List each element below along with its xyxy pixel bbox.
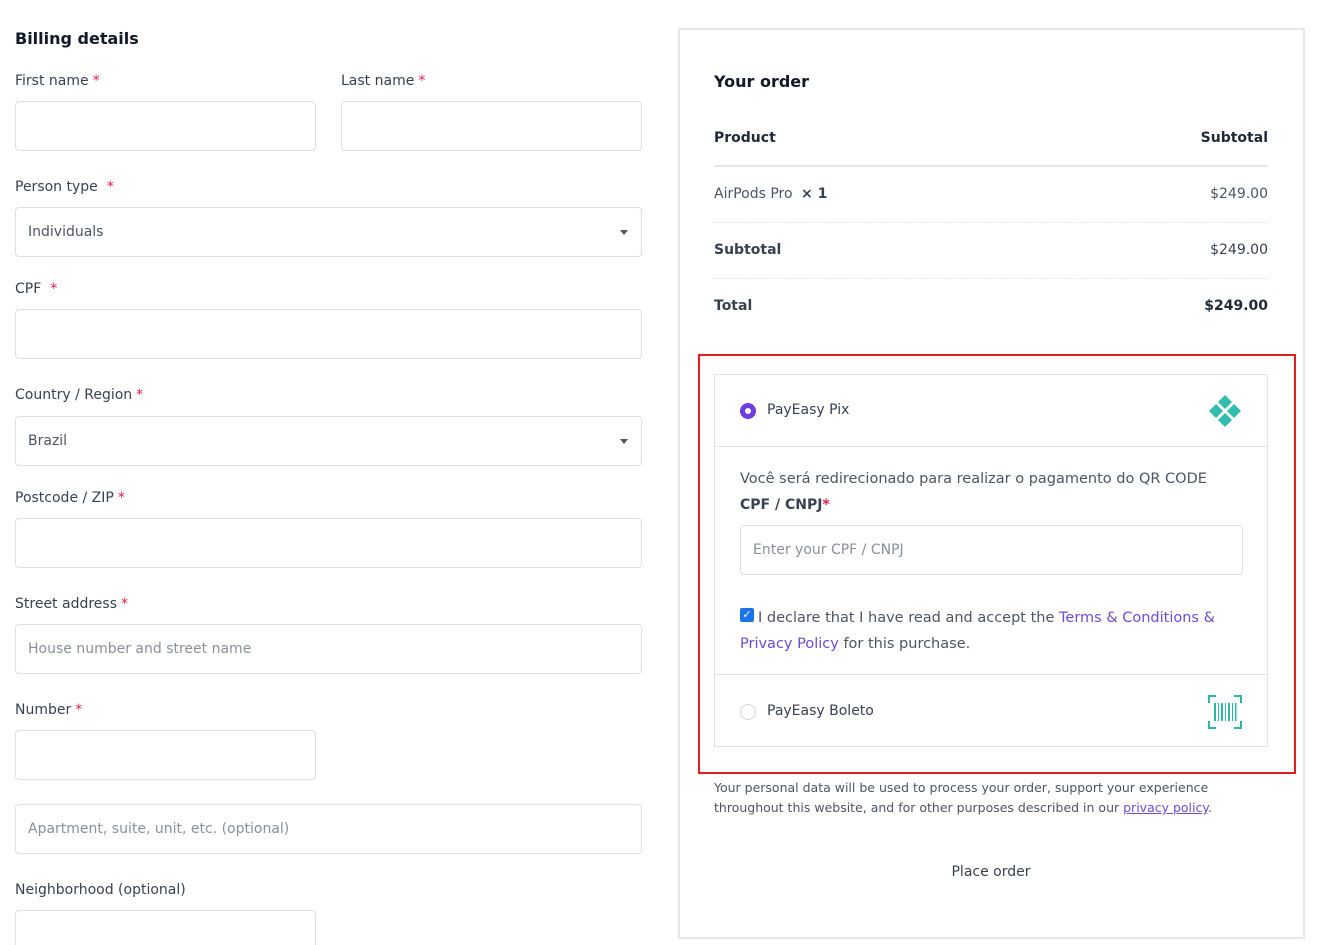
pix-label[interactable]: PayEasy Pix (767, 402, 849, 418)
person-type-label: Person type * (15, 179, 114, 195)
order-title: Your order (714, 72, 810, 91)
billing-title: Billing details (15, 29, 139, 48)
country-value: Brazil (28, 433, 68, 449)
item-quantity: × 1 (801, 186, 828, 202)
cpf-cnpj-input[interactable] (741, 526, 1242, 574)
required-mark: * (50, 281, 58, 297)
cpf-label: CPF * (15, 281, 57, 297)
number-field[interactable] (15, 730, 316, 780)
last-name-input[interactable] (342, 102, 641, 150)
row-divider (714, 222, 1268, 223)
required-mark: * (418, 73, 426, 89)
first-name-field[interactable] (15, 101, 316, 151)
payeasy-pix-option[interactable]: PayEasy Pix (715, 375, 1267, 447)
product-column-header: Product (714, 130, 776, 146)
country-label: Country / Region * (15, 387, 143, 403)
order-item-name: AirPods Pro × 1 (714, 186, 827, 202)
cpf-cnpj-label-text: CPF / CNPJ (740, 497, 823, 513)
required-mark: * (136, 387, 144, 403)
street-label-text: Street address (15, 596, 117, 612)
subtotal-label: Subtotal (714, 242, 782, 258)
person-type-label-text: Person type (15, 179, 98, 195)
cpf-cnpj-field[interactable] (740, 525, 1243, 575)
street-label: Street address * (15, 596, 128, 612)
cpf-field[interactable] (15, 309, 642, 359)
pix-radio[interactable] (740, 403, 756, 419)
apartment-input[interactable] (16, 805, 641, 853)
table-header-divider (714, 165, 1268, 167)
postcode-label-text: Postcode / ZIP (15, 490, 114, 506)
boleto-radio[interactable] (740, 704, 756, 720)
required-mark: * (92, 73, 100, 89)
last-name-label: Last name * (341, 73, 425, 89)
cpf-input[interactable] (16, 310, 641, 358)
subtotal-value: $249.00 (1210, 242, 1268, 258)
postcode-field[interactable] (15, 518, 642, 568)
first-name-label-text: First name (15, 73, 89, 89)
person-type-select[interactable]: Individuals (15, 207, 642, 257)
country-label-text: Country / Region (15, 387, 133, 403)
row-divider (714, 278, 1268, 279)
subtotal-column-header: Subtotal (1200, 130, 1268, 146)
privacy-policy-link[interactable]: privacy policy (1123, 800, 1208, 815)
place-order-button[interactable]: Place order (900, 858, 1082, 886)
cpf-label-text: CPF (15, 281, 42, 297)
last-name-label-text: Last name (341, 73, 415, 89)
first-name-label: First name * (15, 73, 100, 89)
country-select[interactable]: Brazil (15, 416, 642, 466)
street-input[interactable] (16, 625, 641, 673)
chevron-down-icon (620, 230, 628, 235)
pix-icon (1209, 395, 1241, 427)
pix-description: Você será redirecionado para realizar o … (740, 471, 1207, 487)
postcode-label: Postcode / ZIP * (15, 490, 125, 506)
required-mark: * (75, 702, 83, 718)
street-field[interactable] (15, 624, 642, 674)
order-item-price: $249.00 (1210, 186, 1268, 202)
apartment-field[interactable] (15, 804, 642, 854)
first-name-input[interactable] (16, 102, 315, 150)
total-value: $249.00 (1204, 298, 1268, 314)
required-mark: * (106, 179, 114, 195)
cpf-cnpj-label: CPF / CNPJ* (740, 497, 830, 513)
declare-text: I declare that I have read and accept th… (740, 605, 1220, 657)
neighborhood-field[interactable] (15, 910, 316, 945)
postcode-input[interactable] (16, 519, 641, 567)
neighborhood-label: Neighborhood (optional) (15, 882, 186, 898)
privacy-period: . (1208, 800, 1212, 815)
required-mark: * (822, 497, 830, 513)
item-name-text: AirPods Pro (714, 186, 793, 202)
person-type-value: Individuals (28, 224, 104, 240)
neighborhood-input[interactable] (16, 911, 315, 945)
number-label: Number * (15, 702, 82, 718)
declare-prefix: I declare that I have read and accept th… (758, 610, 1055, 626)
required-mark: * (121, 596, 128, 612)
required-mark: * (117, 490, 125, 506)
number-label-text: Number (15, 702, 72, 718)
payment-divider (715, 674, 1267, 675)
total-label: Total (714, 298, 753, 314)
boleto-label[interactable]: PayEasy Boleto (767, 703, 874, 719)
privacy-notice: Your personal data will be used to proce… (714, 778, 1234, 818)
payment-methods: PayEasy Pix Você será redirecionado para… (714, 374, 1268, 747)
last-name-field[interactable] (341, 101, 642, 151)
number-input[interactable] (16, 731, 315, 779)
barcode-icon (1208, 695, 1242, 729)
declare-suffix: for this purchase. (843, 636, 971, 652)
chevron-down-icon (620, 439, 628, 444)
